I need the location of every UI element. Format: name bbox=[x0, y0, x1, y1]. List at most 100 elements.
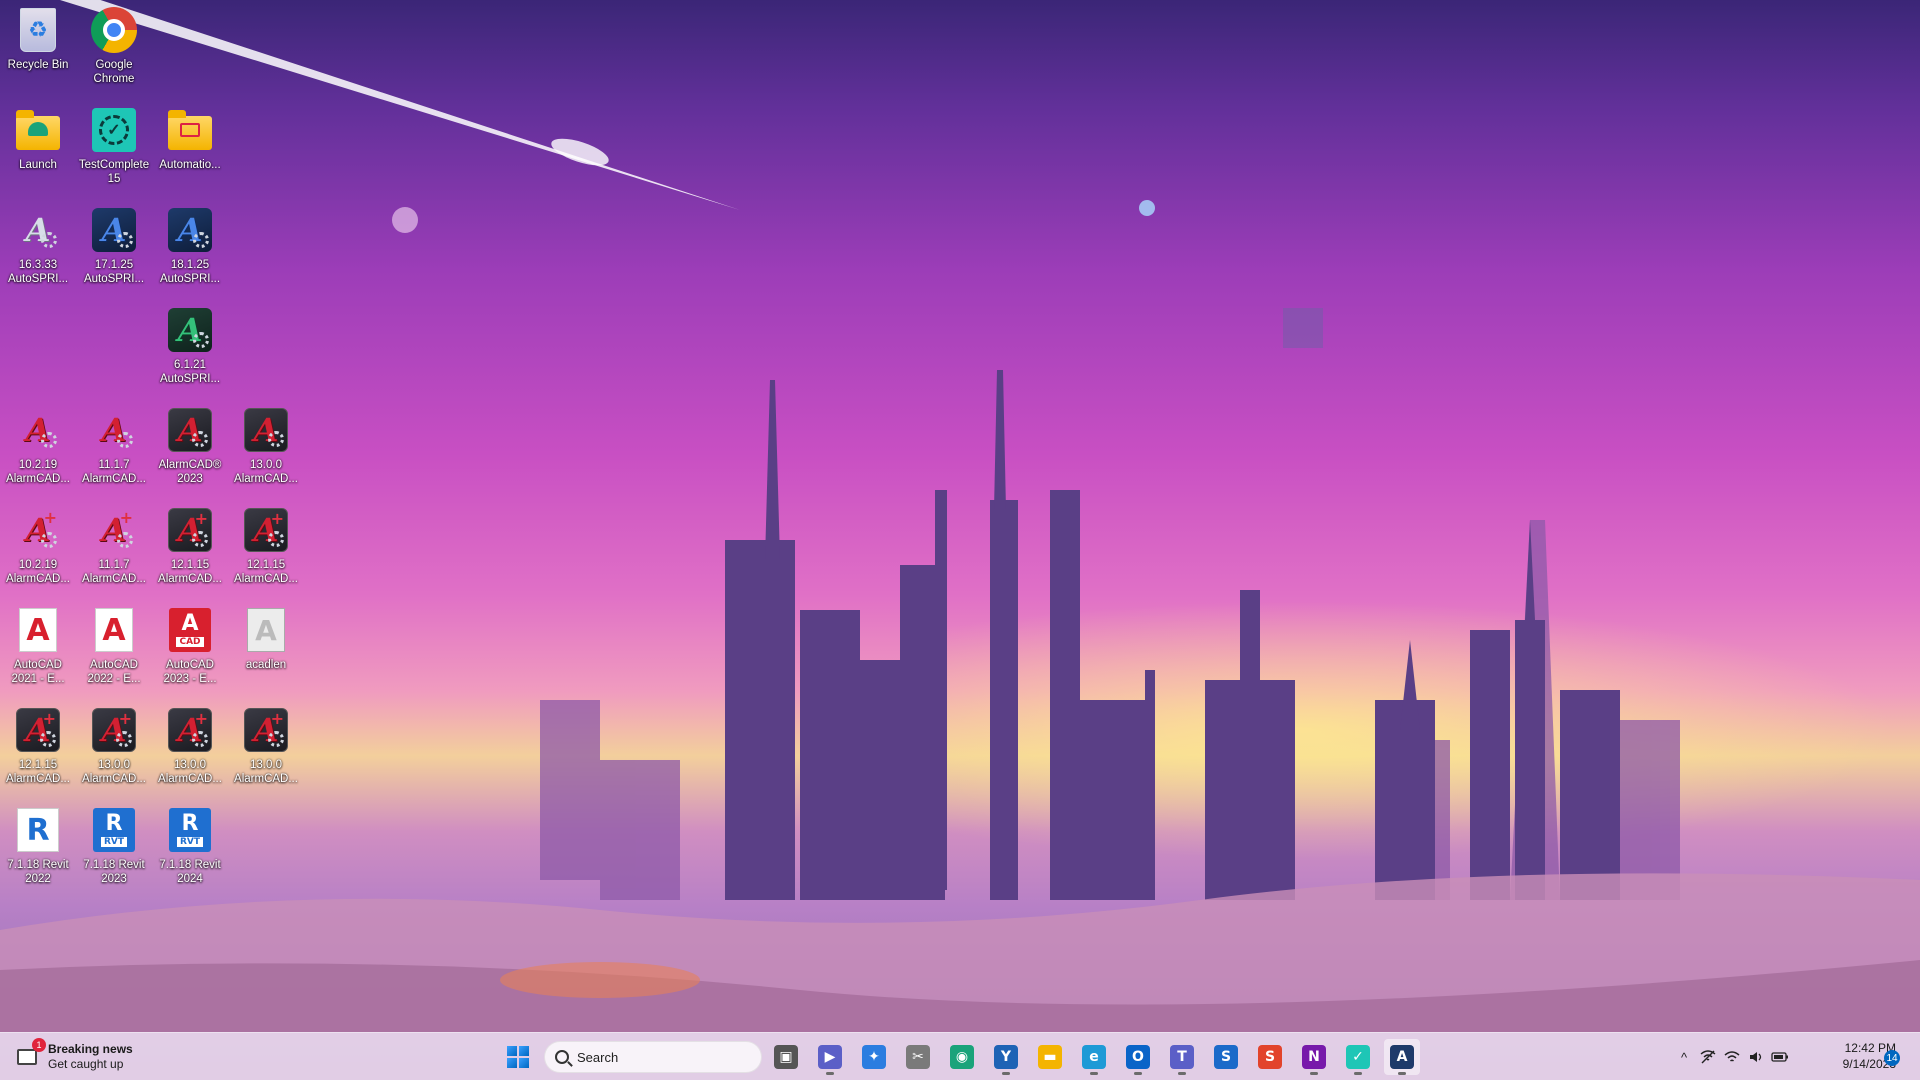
desktop-icon[interactable]: A + 13.0.0 AlarmCAD... bbox=[76, 700, 152, 796]
desktop-icon-label: 12.1.15 AlarmCAD... bbox=[158, 559, 222, 585]
news-icon: 1 bbox=[14, 1038, 46, 1070]
autosprink-icon: A bbox=[166, 306, 214, 354]
desktop-icon[interactable]: A 18.1.25 AutoSPRI... bbox=[152, 200, 228, 296]
autocad-icon: A bbox=[14, 606, 62, 654]
desktop-icon[interactable]: ♻ Recycle Bin bbox=[0, 0, 76, 96]
desktop-icon-label: 13.0.0 AlarmCAD... bbox=[234, 459, 298, 485]
s-app-blue-icon: S bbox=[1214, 1045, 1238, 1069]
desktop-icon[interactable]: A + 13.0.0 AlarmCAD... bbox=[228, 700, 304, 796]
taskbar-app-browser-green[interactable]: ◉ bbox=[944, 1039, 980, 1075]
browser-green-icon: ◉ bbox=[950, 1045, 974, 1069]
alarmcad-plus-icon: A + bbox=[166, 706, 214, 754]
desktop-icon[interactable]: A + 13.0.0 AlarmCAD... bbox=[152, 700, 228, 796]
desktop-icon[interactable]: A CAD AutoCAD 2023 - E... bbox=[152, 600, 228, 696]
desktop-icon-label: Google Chrome bbox=[93, 59, 135, 85]
desktop-icon-label: 18.1.25 AutoSPRI... bbox=[159, 259, 221, 285]
desktop-icon[interactable]: A 10.2.19 AlarmCAD... bbox=[0, 400, 76, 496]
volume-icon[interactable] bbox=[1744, 1041, 1768, 1073]
desktop-icon-label: TestComplete 15 bbox=[78, 159, 150, 185]
revit-icon: R bbox=[14, 806, 62, 854]
windows-logo-icon bbox=[507, 1046, 529, 1068]
desktop-icon[interactable]: A 17.1.25 AutoSPRI... bbox=[76, 200, 152, 296]
desktop-icon[interactable]: A 16.3.33 AutoSPRI... bbox=[0, 200, 76, 296]
copilot-icon: ✦ bbox=[862, 1045, 886, 1069]
desktop-icon-label: AutoCAD 2022 - E... bbox=[87, 659, 141, 685]
desktop-icon[interactable]: R RVT 7.1.18 Revit 2024 bbox=[152, 800, 228, 896]
desktop-icon[interactable]: A 6.1.21 AutoSPRI... bbox=[152, 300, 228, 396]
taskbar: 1 Breaking news Get caught up Search ▣ ▶ ✦… bbox=[0, 1032, 1920, 1080]
show-hidden-icons-chevron-icon[interactable]: ^ bbox=[1672, 1041, 1696, 1073]
running-indicator bbox=[1398, 1072, 1406, 1075]
taskbar-app-meet[interactable]: ▶ bbox=[812, 1039, 848, 1075]
desktop-icon[interactable]: A + 12.1.15 AlarmCAD... bbox=[152, 500, 228, 596]
desktop-icon[interactable]: R 7.1.18 Revit 2022 bbox=[0, 800, 76, 896]
taskbar-app-testcomplete[interactable]: ✓ bbox=[1340, 1039, 1376, 1075]
taskbar-app-copilot[interactable]: ✦ bbox=[856, 1039, 892, 1075]
taskbar-app-outlook[interactable]: O bbox=[1120, 1039, 1156, 1075]
onenote-icon: N bbox=[1302, 1045, 1326, 1069]
news-badge: 1 bbox=[32, 1038, 46, 1052]
autosprink-icon: A bbox=[1390, 1045, 1414, 1069]
testcomplete-icon: ✓ bbox=[90, 106, 138, 154]
task-view-icon: ▣ bbox=[774, 1045, 798, 1069]
desktop-icon[interactable]: ✓ TestComplete 15 bbox=[76, 100, 152, 196]
desktop-icon[interactable]: A AutoCAD 2022 - E... bbox=[76, 600, 152, 696]
notification-count-badge[interactable]: 14 bbox=[1884, 1050, 1900, 1066]
network-disconnected-icon[interactable] bbox=[1696, 1041, 1720, 1073]
desktop-icon-label: 13.0.0 AlarmCAD... bbox=[234, 759, 298, 785]
desktop-icon-label: 6.1.21 AutoSPRI... bbox=[159, 359, 221, 385]
alarmcad-icon: A bbox=[90, 406, 138, 454]
desktop-icon[interactable]: R RVT 7.1.18 Revit 2023 bbox=[76, 800, 152, 896]
desktop-icon[interactable]: A AutoCAD 2021 - E... bbox=[0, 600, 76, 696]
desktop-icon[interactable]: Google Chrome bbox=[76, 0, 152, 96]
desktop-icon-label: Automatio... bbox=[159, 159, 221, 171]
autocad-icon: A CAD bbox=[166, 606, 214, 654]
desktop-icon[interactable]: A + 12.1.15 AlarmCAD... bbox=[0, 700, 76, 796]
desktop-icon-label: 11.1.7 AlarmCAD... bbox=[82, 559, 146, 585]
alarmcad-plus-icon: A + bbox=[242, 506, 290, 554]
taskbar-app-edge[interactable]: e bbox=[1076, 1039, 1112, 1075]
taskbar-app-autosprink[interactable]: A bbox=[1384, 1039, 1420, 1075]
chrome-icon bbox=[90, 6, 138, 54]
desktop-icon-label: 7.1.18 Revit 2022 bbox=[7, 859, 69, 885]
desktop-icon-label: 17.1.25 AutoSPRI... bbox=[83, 259, 145, 285]
launch-folder-icon bbox=[14, 106, 62, 154]
desktop-icon[interactable]: Aacadlen bbox=[228, 600, 304, 696]
desktop-icon-label: acadlen bbox=[245, 659, 287, 671]
desktop-icon[interactable]: Launch bbox=[0, 100, 76, 196]
desktop-icon[interactable]: A 13.0.0 AlarmCAD... bbox=[228, 400, 304, 496]
taskbar-app-task-view[interactable]: ▣ bbox=[768, 1039, 804, 1075]
news-subtitle: Get caught up bbox=[48, 1057, 124, 1071]
taskbar-app-clipboard[interactable]: ✂ bbox=[900, 1039, 936, 1075]
taskbar-app-onenote[interactable]: N bbox=[1296, 1039, 1332, 1075]
news-widget[interactable]: 1 Breaking news Get caught up bbox=[14, 1038, 133, 1075]
desktop-icon[interactable]: A + 12.1.15 AlarmCAD... bbox=[228, 500, 304, 596]
taskbar-app-file-explorer[interactable]: ▬ bbox=[1032, 1039, 1068, 1075]
autosprink-icon: A bbox=[14, 206, 62, 254]
desktop-icon[interactable]: Automatio... bbox=[152, 100, 228, 196]
taskbar-search-box[interactable]: Search bbox=[544, 1041, 762, 1073]
running-indicator bbox=[826, 1072, 834, 1075]
wifi-icon[interactable] bbox=[1720, 1041, 1744, 1073]
start-button[interactable] bbox=[500, 1041, 536, 1073]
alarmcad-plus-icon: A + bbox=[242, 706, 290, 754]
desktop-icon-label: 13.0.0 AlarmCAD... bbox=[82, 759, 146, 785]
taskbar-app-s-app-red[interactable]: S bbox=[1252, 1039, 1288, 1075]
alarmcad-icon: A bbox=[242, 406, 290, 454]
system-tray: ^ bbox=[1672, 1033, 1792, 1080]
desktop-icon[interactable]: A + 10.2.19 AlarmCAD... bbox=[0, 500, 76, 596]
alarmcad-plus-icon: A + bbox=[101, 508, 133, 549]
taskbar-app-y-app[interactable]: Y bbox=[988, 1039, 1024, 1075]
desktop-icon-label: AutoCAD 2023 - E... bbox=[163, 659, 217, 685]
desktop-icon[interactable]: A + 11.1.7 AlarmCAD... bbox=[76, 500, 152, 596]
desktop-icon-label: 11.1.7 AlarmCAD... bbox=[82, 459, 146, 485]
outlook-icon: O bbox=[1126, 1045, 1150, 1069]
taskbar-app-teams[interactable]: T bbox=[1164, 1039, 1200, 1075]
search-icon bbox=[555, 1050, 569, 1064]
desktop-icon[interactable]: A AlarmCAD® 2023 bbox=[152, 400, 228, 496]
battery-icon[interactable] bbox=[1768, 1041, 1792, 1073]
desktop-icon[interactable]: A 11.1.7 AlarmCAD... bbox=[76, 400, 152, 496]
y-app-icon: Y bbox=[994, 1045, 1018, 1069]
desktop-icon-label: 12.1.15 AlarmCAD... bbox=[6, 759, 70, 785]
taskbar-app-s-app-blue[interactable]: S bbox=[1208, 1039, 1244, 1075]
